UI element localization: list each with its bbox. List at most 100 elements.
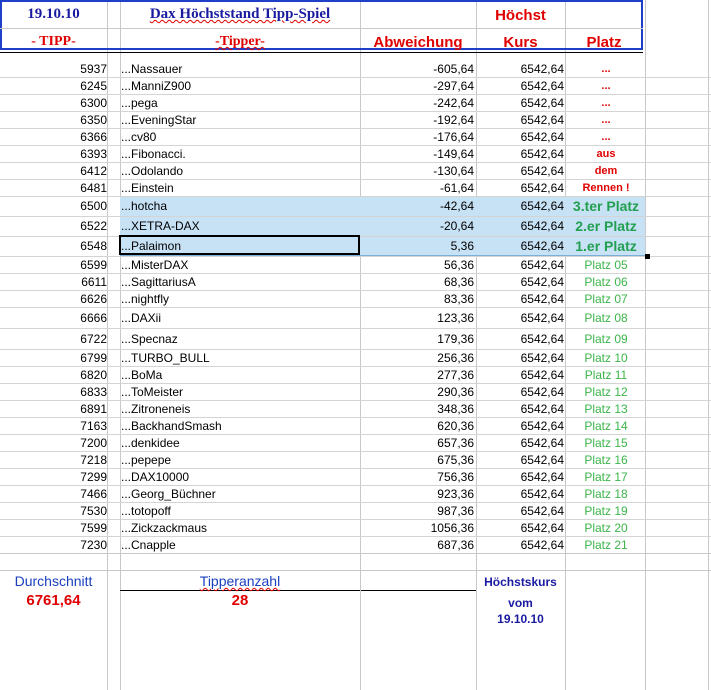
cell-tipp[interactable]: 6350	[60, 111, 107, 128]
cell-platz[interactable]: Platz 06	[567, 273, 645, 290]
cell-abweichung[interactable]: 68,36	[380, 273, 474, 290]
cell-tipp[interactable]: 7218	[60, 451, 107, 468]
cell-platz[interactable]: Platz 12	[567, 383, 645, 400]
cell-tipper[interactable]: ...cv80	[121, 128, 361, 145]
cell-tipp[interactable]: 6599	[60, 256, 107, 273]
cell-tipper[interactable]: ...ToMeister	[121, 383, 361, 400]
cell-abweichung[interactable]: 987,36	[380, 502, 474, 519]
cell-platz[interactable]: Platz 09	[567, 328, 645, 349]
cell-abweichung[interactable]: -176,64	[380, 128, 474, 145]
avg-label[interactable]: Durchschnitt	[0, 573, 107, 589]
max-label[interactable]: Höchstskurs	[476, 575, 565, 589]
cell-tipp[interactable]: 6366	[60, 128, 107, 145]
cell-tipper[interactable]: ...hotcha	[121, 196, 361, 216]
cell-kurs[interactable]: 6542,64	[480, 94, 564, 111]
cell-tipper[interactable]: ...Fibonacci.	[121, 145, 361, 162]
cell-kurs[interactable]: 6542,64	[480, 502, 564, 519]
cell-tipper[interactable]: ...Specnaz	[121, 328, 361, 349]
cell-platz[interactable]: Platz 13	[567, 400, 645, 417]
cell-tipp[interactable]: 6611	[60, 273, 107, 290]
cell-platz[interactable]: dem	[567, 162, 645, 179]
cell-tipp[interactable]: 6799	[60, 349, 107, 366]
cell-kurs[interactable]: 6542,64	[480, 536, 564, 553]
cell-kurs[interactable]: 6542,64	[480, 77, 564, 94]
cell-platz[interactable]: Platz 21	[567, 536, 645, 553]
cell-kurs[interactable]: 6542,64	[480, 128, 564, 145]
cell-abweichung[interactable]: -20,64	[380, 216, 474, 236]
cell-tipp[interactable]: 6300	[60, 94, 107, 111]
cell-tipp[interactable]: 6500	[60, 196, 107, 216]
cell-tipper[interactable]: ...DAX10000	[121, 468, 361, 485]
cell-platz[interactable]: Platz 16	[567, 451, 645, 468]
cell-abweichung[interactable]: -242,64	[380, 94, 474, 111]
cell-kurs[interactable]: 6542,64	[480, 290, 564, 307]
cell-tipp[interactable]: 6412	[60, 162, 107, 179]
cell-abweichung[interactable]: 5,36	[380, 236, 474, 256]
header-tipper[interactable]: -Tipper-	[120, 34, 360, 50]
cell-platz[interactable]: Platz 17	[567, 468, 645, 485]
cell-kurs[interactable]: 6542,64	[480, 468, 564, 485]
header-platz[interactable]: Platz	[565, 34, 643, 51]
cell-kurs[interactable]: 6542,64	[480, 236, 564, 256]
cell-abweichung[interactable]: 657,36	[380, 434, 474, 451]
cell-platz[interactable]: ...	[567, 111, 645, 128]
cell-tipper[interactable]: ...nightfly	[121, 290, 361, 307]
cell-tipp[interactable]: 7530	[60, 502, 107, 519]
cell-tipper[interactable]: ...Zickzackmaus	[121, 519, 361, 536]
header-hoechst[interactable]: Höchst	[476, 7, 565, 24]
cell-kurs[interactable]: 6542,64	[480, 434, 564, 451]
cell-platz[interactable]: Platz 07	[567, 290, 645, 307]
cell-tipp[interactable]: 6666	[60, 307, 107, 328]
cell-tipper[interactable]: ...XETRA-DAX	[121, 216, 361, 236]
sheet-title[interactable]: Dax Höchststand Tipp-Spiel	[120, 6, 360, 23]
cell-kurs[interactable]: 6542,64	[480, 196, 564, 216]
cell-platz[interactable]: Platz 05	[567, 256, 645, 273]
cell-abweichung[interactable]: 290,36	[380, 383, 474, 400]
cell-tipp[interactable]: 6626	[60, 290, 107, 307]
header-tipp[interactable]: - TIPP-	[0, 34, 107, 50]
cell-platz[interactable]: 1.er Platz	[567, 236, 645, 256]
cell-kurs[interactable]: 6542,64	[480, 162, 564, 179]
fill-handle[interactable]	[645, 254, 650, 259]
cell-platz[interactable]: Rennen !	[567, 179, 645, 196]
cell-tipper[interactable]: ...denkidee	[121, 434, 361, 451]
cell-kurs[interactable]: 6542,64	[480, 145, 564, 162]
cell-abweichung[interactable]: -605,64	[380, 60, 474, 77]
cell-kurs[interactable]: 6542,64	[480, 451, 564, 468]
cell-kurs[interactable]: 6542,64	[480, 307, 564, 328]
cell-abweichung[interactable]: 83,36	[380, 290, 474, 307]
cell-tipper[interactable]: ...totopoff	[121, 502, 361, 519]
cell-abweichung[interactable]: 123,36	[380, 307, 474, 328]
cell-kurs[interactable]: 6542,64	[480, 519, 564, 536]
cell-tipp[interactable]: 7230	[60, 536, 107, 553]
cell-platz[interactable]: Platz 11	[567, 366, 645, 383]
cell-tipp[interactable]: 7599	[60, 519, 107, 536]
cell-kurs[interactable]: 6542,64	[480, 273, 564, 290]
cell-abweichung[interactable]: -42,64	[380, 196, 474, 216]
cell-tipp[interactable]: 6722	[60, 328, 107, 349]
cell-abweichung[interactable]: 756,36	[380, 468, 474, 485]
cell-tipp[interactable]: 7299	[60, 468, 107, 485]
cell-tipper[interactable]: ...Nassauer	[121, 60, 361, 77]
cell-platz[interactable]: aus	[567, 145, 645, 162]
cell-tipp[interactable]: 5937	[60, 60, 107, 77]
cell-platz[interactable]: ...	[567, 128, 645, 145]
header-kurs[interactable]: Kurs	[476, 34, 565, 51]
cell-abweichung[interactable]: -61,64	[380, 179, 474, 196]
cell-tipper[interactable]: ...Georg_Büchner	[121, 485, 361, 502]
cell-abweichung[interactable]: 620,36	[380, 417, 474, 434]
cell-tipper[interactable]: ...SagittariusA	[121, 273, 361, 290]
cell-kurs[interactable]: 6542,64	[480, 417, 564, 434]
cell-tipper[interactable]: ...MisterDAX	[121, 256, 361, 273]
cell-tipp[interactable]: 6820	[60, 366, 107, 383]
cell-platz[interactable]: Platz 19	[567, 502, 645, 519]
cell-tipp[interactable]: 7200	[60, 434, 107, 451]
cell-tipper[interactable]: ...Einstein	[121, 179, 361, 196]
cell-platz[interactable]: ...	[567, 60, 645, 77]
cell-tipper[interactable]: ...EveningStar	[121, 111, 361, 128]
cell-abweichung[interactable]: -192,64	[380, 111, 474, 128]
cell-kurs[interactable]: 6542,64	[480, 366, 564, 383]
cell-tipp[interactable]: 6548	[60, 236, 107, 256]
cell-tipper[interactable]: ...BackhandSmash	[121, 417, 361, 434]
cell-platz[interactable]: 3.ter Platz	[567, 196, 645, 216]
